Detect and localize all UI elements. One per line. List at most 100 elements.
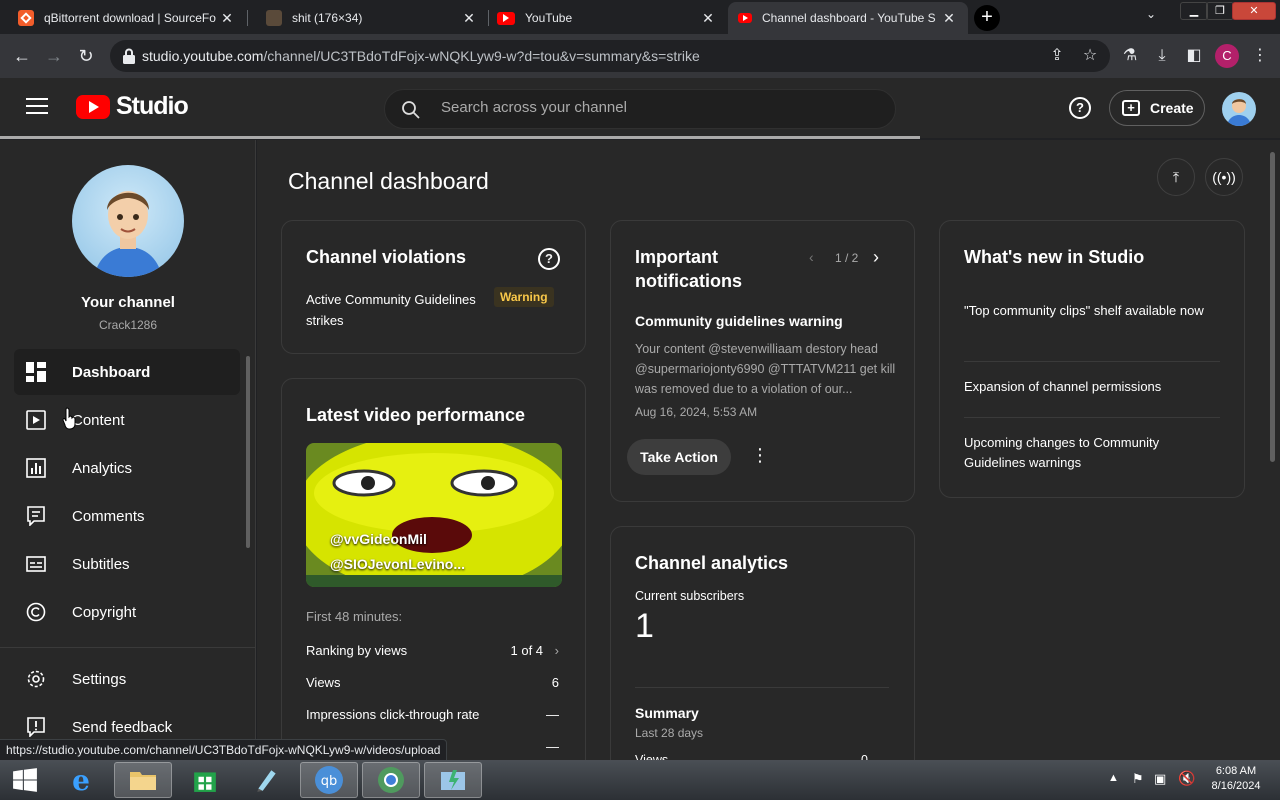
main-scrollbar[interactable] (1270, 152, 1275, 462)
channel-avatar[interactable] (72, 165, 184, 277)
close-icon[interactable]: ✕ (218, 9, 236, 27)
close-icon[interactable]: ✕ (940, 9, 958, 27)
loading-progress-bar (0, 136, 920, 139)
main-content: Channel dashboard ⤒ ((•)) Channel violat… (257, 140, 1280, 786)
divider (964, 417, 1220, 418)
whats-new-card: What's new in Studio "Top community clip… (939, 220, 1245, 498)
network-icon[interactable]: ▣ (1154, 771, 1166, 787)
studio-header: Studio ? + Create (0, 78, 1280, 138)
sidebar-item-comments[interactable]: Comments (14, 493, 240, 539)
card-title: Important notifications (635, 247, 742, 291)
paint-app[interactable] (238, 762, 296, 798)
sidebar-item-label: Subtitles (72, 555, 130, 573)
new-tab-button[interactable]: + (974, 5, 1000, 31)
hamburger-menu-icon[interactable] (26, 98, 48, 116)
sidebar-item-copyright[interactable]: Copyright (14, 589, 240, 635)
browser-tab-strip: qBittorrent download | SourceFo ✕ shit (… (0, 0, 1280, 34)
warning-badge: Warning (494, 287, 554, 307)
share-icon[interactable]: ⇪ (1045, 44, 1069, 68)
card-title: Latest video performance (306, 405, 526, 425)
back-arrow-icon[interactable]: ← (10, 44, 34, 68)
action-center-flag-icon[interactable]: ⚑ (1132, 771, 1144, 787)
chevron-left-icon[interactable]: ‹ (809, 249, 814, 265)
address-bar[interactable]: studio.youtube.com/channel/UC3TBdoTdFojx… (110, 40, 1110, 72)
start-button[interactable] (4, 762, 46, 798)
side-panel-icon[interactable]: ◧ (1182, 44, 1206, 68)
ie-icon: e (72, 763, 90, 797)
youtube-logo-icon[interactable] (76, 95, 110, 119)
tab-qbittorrent[interactable]: qBittorrent download | SourceFo ✕ (0, 2, 246, 34)
browser-profile-avatar[interactable]: C (1215, 44, 1239, 68)
go-live-icon[interactable]: ((•)) (1205, 158, 1243, 196)
card-title: Channel violations (306, 247, 467, 267)
tab-channel-dashboard[interactable]: Channel dashboard - YouTube S ✕ (728, 2, 968, 34)
whats-new-item[interactable]: Expansion of channel permissions (964, 377, 1214, 397)
chevron-right-icon[interactable]: › (873, 247, 879, 268)
internet-explorer-app[interactable]: e (52, 762, 110, 798)
whats-new-item[interactable]: "Top community clips" shelf available no… (964, 301, 1214, 321)
search-box[interactable] (384, 89, 896, 129)
notification-title[interactable]: Community guidelines warning (635, 313, 843, 329)
account-avatar[interactable] (1222, 92, 1256, 126)
window-close-button[interactable]: ✕ (1232, 2, 1276, 20)
maximize-button[interactable]: ❐ (1206, 2, 1234, 20)
feedback-icon (26, 717, 46, 738)
file-explorer-app[interactable] (114, 762, 172, 798)
tab-title: qBittorrent download | SourceFo (44, 11, 216, 25)
channel-violations-card: Channel violations ? Active Community Gu… (281, 220, 586, 354)
lock-icon[interactable] (122, 48, 136, 64)
paint-icon (257, 770, 276, 792)
tab-image[interactable]: shit (176×34) ✕ (248, 2, 488, 34)
youtube-icon (497, 11, 515, 25)
system-clock[interactable]: 6:08 AM 8/16/2024 (1206, 764, 1266, 794)
minimize-button[interactable]: ▁ (1180, 2, 1208, 20)
sidebar-scrollbar[interactable] (246, 356, 250, 548)
comments-icon (26, 506, 46, 527)
store-app[interactable] (176, 762, 234, 798)
sidebar-item-label: Comments (72, 507, 145, 525)
labs-flask-icon[interactable]: ⚗ (1118, 44, 1142, 68)
card-title: What's new in Studio (964, 247, 1145, 267)
sidebar-item-settings[interactable]: Settings (14, 656, 240, 702)
sidebar-item-dashboard[interactable]: Dashboard (14, 349, 240, 395)
tab-search-icon[interactable]: ⌄ (1146, 7, 1156, 21)
qbittorrent-app[interactable]: qb (300, 762, 358, 798)
forward-arrow-icon[interactable]: → (42, 44, 66, 68)
volume-muted-icon[interactable]: 🔇 (1178, 770, 1195, 787)
tab-youtube[interactable]: YouTube ✕ (489, 2, 727, 34)
sidebar-item-label: Copyright (72, 603, 137, 621)
whats-new-item[interactable]: Upcoming changes to Community Guidelines… (964, 433, 1184, 473)
youtube-icon (738, 13, 752, 23)
thumbnail-caption-2: @SIOJevonLevino... (330, 556, 466, 572)
reload-icon[interactable]: ↻ (74, 44, 98, 68)
help-icon[interactable]: ? (538, 248, 560, 270)
download-icon[interactable]: ⤓ (1150, 44, 1174, 68)
close-icon[interactable]: ✕ (699, 9, 717, 27)
close-icon[interactable]: ✕ (460, 9, 478, 27)
create-button[interactable]: + Create (1109, 90, 1205, 126)
sidebar-item-analytics[interactable]: Analytics (14, 445, 240, 491)
sidebar-item-subtitles[interactable]: Subtitles (14, 541, 240, 587)
metric-row-ranking[interactable]: Ranking by views 1 of 4 › (306, 643, 559, 658)
take-action-button[interactable]: Take Action (627, 439, 731, 475)
more-options-icon[interactable]: ⋮ (751, 445, 769, 466)
help-icon[interactable]: ? (1069, 97, 1091, 119)
sidebar-item-content[interactable]: Content (14, 397, 240, 443)
sidebar-item-label: Settings (72, 670, 127, 688)
search-input[interactable] (441, 99, 861, 116)
video-thumbnail[interactable]: @vvGideonMil @SIOJevonLevino... (306, 443, 562, 587)
dashboard-icon (26, 362, 46, 382)
chrome-app[interactable] (362, 762, 420, 798)
settings-icon (26, 669, 46, 689)
metric-label: Views (306, 675, 341, 690)
content-icon (26, 410, 46, 430)
upload-icon[interactable]: ⤒ (1157, 158, 1195, 196)
windows-logo-icon (13, 768, 37, 792)
installer-app[interactable] (424, 762, 482, 798)
bookmark-star-icon[interactable]: ☆ (1078, 44, 1102, 68)
browser-menu-icon[interactable]: ⋮ (1248, 44, 1272, 68)
studio-logo-text[interactable]: Studio (116, 92, 189, 121)
tray-overflow-icon[interactable]: ▲ (1108, 772, 1119, 784)
installer-icon (441, 770, 465, 790)
page-title: Channel dashboard (288, 168, 489, 194)
